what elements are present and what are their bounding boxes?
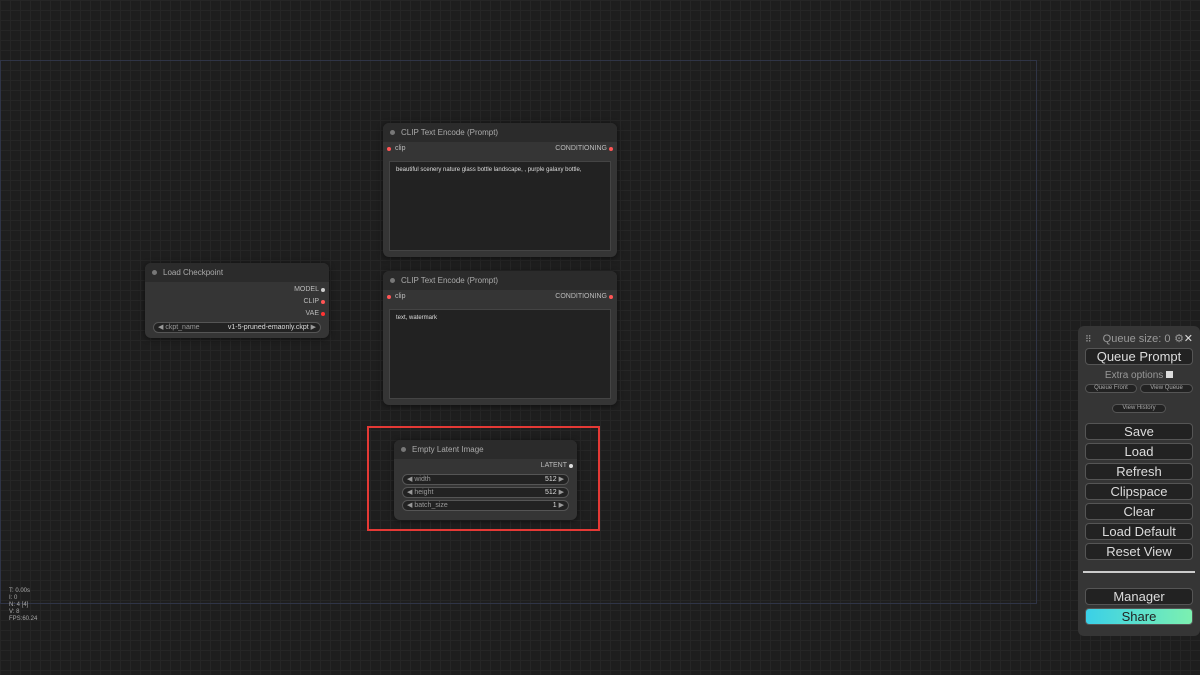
close-icon[interactable]: ✕ [1184, 330, 1193, 348]
node-load-checkpoint[interactable]: Load Checkpoint MODEL CLIP VAE ◀ ckpt_na… [145, 263, 329, 338]
view-queue-button[interactable]: View Queue [1140, 384, 1193, 393]
node-title: Empty Latent Image [394, 440, 577, 459]
load-button[interactable]: Load [1085, 443, 1193, 460]
batch-size-number[interactable]: ◀ batch_size 1 ▶ [402, 500, 569, 511]
queue-front-button[interactable]: Queue Front [1085, 384, 1137, 393]
width-number[interactable]: ◀ width 512 ▶ [402, 474, 569, 485]
prompt-textarea[interactable]: text, watermark [389, 309, 611, 399]
manager-button[interactable]: Manager [1085, 588, 1193, 605]
extra-options-checkbox[interactable] [1166, 371, 1174, 378]
output-latent[interactable]: LATENT [394, 460, 577, 472]
settings-gear-icon[interactable]: ⚙ [1174, 330, 1184, 348]
node-title: CLIP Text Encode (Prompt) [383, 123, 617, 142]
refresh-button[interactable]: Refresh [1085, 463, 1193, 480]
queue-size-label: Queue size: 0 [1102, 333, 1171, 345]
save-button[interactable]: Save [1085, 423, 1193, 440]
clipspace-button[interactable]: Clipspace [1085, 483, 1193, 500]
node-clip-text-encode-negative[interactable]: CLIP Text Encode (Prompt) clip CONDITIONI… [383, 271, 617, 405]
divider [1083, 571, 1195, 573]
ckpt-name-combo[interactable]: ◀ ckpt_name v1-5-pruned-emaonly.ckpt ▶ [153, 322, 321, 333]
clear-button[interactable]: Clear [1085, 503, 1193, 520]
prompt-textarea[interactable]: beautiful scenery nature glass bottle la… [389, 161, 611, 251]
drag-handle-icon[interactable]: ⠿ [1085, 334, 1092, 344]
canvas-stats: T: 0.00s I: 0 N: 4 [4] V: 8 FPS:60.24 [9, 588, 38, 622]
input-clip[interactable]: clip CONDITIONING [383, 143, 617, 155]
queue-panel: ⠿ Queue size: 0 ⚙ ✕ Queue Prompt Extra o… [1078, 326, 1200, 636]
height-number[interactable]: ◀ height 512 ▶ [402, 487, 569, 498]
node-title: Load Checkpoint [145, 263, 329, 282]
node-title: CLIP Text Encode (Prompt) [383, 271, 617, 290]
view-history-button[interactable]: View History [1112, 404, 1166, 413]
extra-options-toggle[interactable]: Extra options [1085, 368, 1193, 384]
load-default-button[interactable]: Load Default [1085, 523, 1193, 540]
output-clip[interactable]: CLIP [145, 296, 329, 308]
reset-view-button[interactable]: Reset View [1085, 543, 1193, 560]
node-empty-latent-image[interactable]: Empty Latent Image LATENT ◀ width 512 ▶ ◀… [394, 440, 577, 520]
queue-prompt-button[interactable]: Queue Prompt [1085, 348, 1193, 365]
output-vae[interactable]: VAE [145, 308, 329, 320]
node-clip-text-encode-positive[interactable]: CLIP Text Encode (Prompt) clip CONDITIONI… [383, 123, 617, 257]
share-button[interactable]: Share [1085, 608, 1193, 625]
input-clip[interactable]: clip CONDITIONING [383, 291, 617, 303]
output-model[interactable]: MODEL [145, 284, 329, 296]
